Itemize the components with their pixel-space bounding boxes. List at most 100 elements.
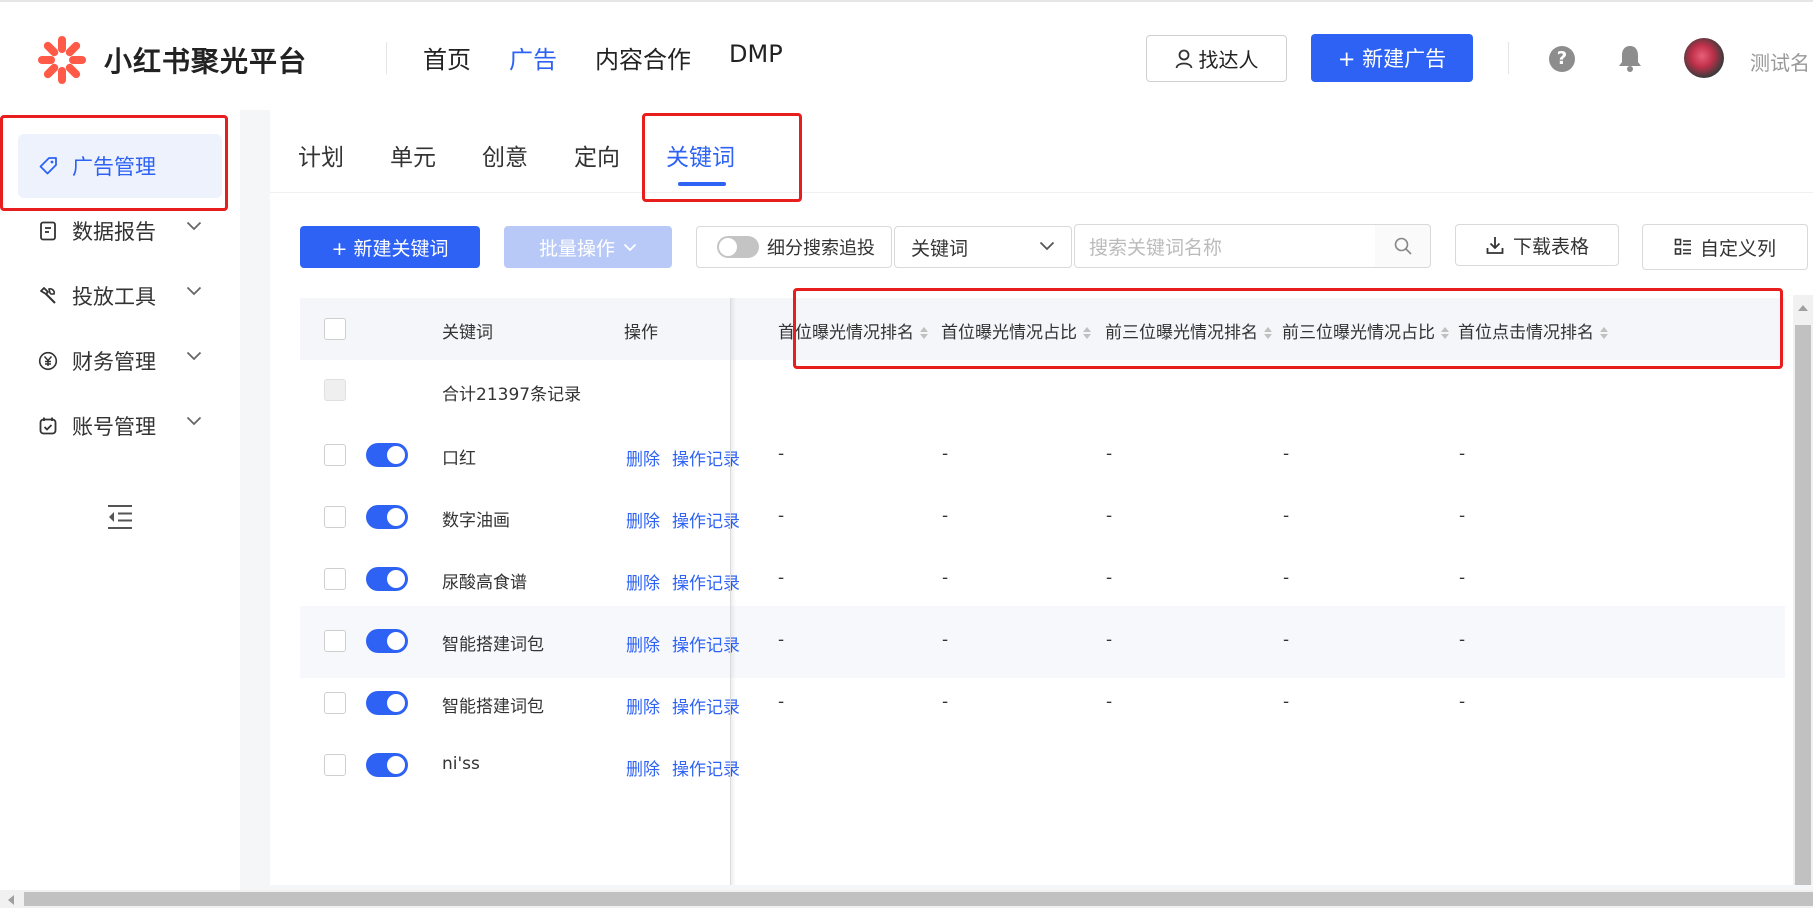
brand-logo[interactable]: 小红书聚光平台 <box>36 34 307 86</box>
content-card: 计划 单元 创意 定向 关键词 + 新建关键词 批量操作 细分搜索追投 关键词 … <box>270 110 1813 885</box>
top-header: 小红书聚光平台 首页 广告 内容合作 DMP 找达人 + 新建广告 ? 测试名 <box>0 0 1813 110</box>
tab-plan[interactable]: 计划 <box>298 138 344 172</box>
nav-ads[interactable]: 广告 <box>509 40 557 75</box>
search-track-toggle[interactable]: 细分搜索追投 <box>696 226 892 268</box>
keyword-cell: 智能搭建词包 <box>442 697 544 717</box>
scroll-left-arrow-icon[interactable] <box>8 895 14 905</box>
row-checkbox[interactable] <box>324 506 346 528</box>
column-header-top3-exposure-ratio[interactable]: 前三位曝光情况占比 <box>1282 318 1450 343</box>
tab-creative[interactable]: 创意 <box>482 138 528 172</box>
sidebar-item-data-report[interactable]: 数据报告 <box>18 199 222 263</box>
row-enable-switch[interactable] <box>366 629 408 653</box>
table-row[interactable]: ni'ss 删除 操作记录 <box>300 730 1785 802</box>
row-checkbox[interactable] <box>324 630 346 652</box>
sidebar-item-label: 数据报告 <box>72 220 156 244</box>
sidebar-item-account[interactable]: 账号管理 <box>18 394 222 458</box>
collapse-sidebar-icon[interactable] <box>106 504 134 530</box>
batch-operation-button[interactable]: 批量操作 <box>504 226 672 268</box>
username[interactable]: 测试名 <box>1750 47 1810 76</box>
batch-operation-label: 批量操作 <box>538 237 615 260</box>
row-enable-switch[interactable] <box>366 443 408 467</box>
header-divider <box>386 42 387 74</box>
scroll-up-arrow-icon[interactable] <box>1798 305 1808 311</box>
search-button[interactable] <box>1375 224 1431 268</box>
vertical-scrollbar[interactable] <box>1793 295 1813 885</box>
metric-cell: - <box>1459 444 1466 464</box>
row-checkbox[interactable] <box>324 444 346 466</box>
sidebar-item-finance[interactable]: 财务管理 <box>18 329 222 393</box>
new-keyword-button[interactable]: + 新建关键词 <box>300 226 480 268</box>
sidebar-item-delivery-tools[interactable]: 投放工具 <box>18 264 222 328</box>
delete-link[interactable]: 删除 <box>626 631 660 656</box>
search-track-label: 细分搜索追投 <box>767 238 875 259</box>
row-enable-switch[interactable] <box>366 567 408 591</box>
sidebar-item-ad-management[interactable]: 广告管理 <box>18 134 222 198</box>
search-field-select[interactable]: 关键词 <box>894 226 1072 268</box>
metric-cell: - <box>778 630 785 650</box>
download-table-button[interactable]: 下载表格 <box>1455 224 1619 266</box>
tab-unit[interactable]: 单元 <box>390 138 436 172</box>
metric-cell: - <box>1459 692 1466 712</box>
metric-cell: - <box>1283 568 1290 588</box>
bell-icon[interactable] <box>1617 44 1643 72</box>
horizontal-scrollbar[interactable] <box>0 890 1813 908</box>
metric-cell: - <box>778 506 785 526</box>
chevron-down-icon <box>1039 241 1055 251</box>
keyword-cell: 智能搭建词包 <box>442 635 544 655</box>
row-enable-switch[interactable] <box>366 753 408 777</box>
help-icon[interactable]: ? <box>1549 46 1575 72</box>
metric-cell: - <box>1283 692 1290 712</box>
download-icon <box>1486 237 1504 254</box>
nav-home[interactable]: 首页 <box>423 40 471 75</box>
avatar[interactable] <box>1684 38 1724 78</box>
delete-link[interactable]: 删除 <box>626 693 660 718</box>
row-checkbox[interactable] <box>324 568 346 590</box>
delete-link[interactable]: 删除 <box>626 755 660 780</box>
row-checkbox[interactable] <box>324 754 346 776</box>
column-header-top3-exposure-rank[interactable]: 前三位曝光情况排名 <box>1105 318 1273 343</box>
select-all-checkbox[interactable] <box>324 318 346 340</box>
metric-cell: - <box>1283 506 1290 526</box>
sort-icon[interactable] <box>1599 325 1609 341</box>
nav-content-cooperation[interactable]: 内容合作 <box>595 40 691 75</box>
metric-cell: - <box>1106 568 1113 588</box>
delete-link[interactable]: 删除 <box>626 569 660 594</box>
download-table-label: 下载表格 <box>1512 235 1589 258</box>
sort-icon[interactable] <box>1082 325 1092 341</box>
custom-columns-button[interactable]: 自定义列 <box>1642 224 1808 270</box>
keyword-search-input[interactable]: 搜索关键词名称 <box>1074 224 1376 268</box>
nav-dmp[interactable]: DMP <box>729 40 783 75</box>
vertical-scrollbar-thumb[interactable] <box>1795 325 1811 885</box>
column-header-first-exposure-rank[interactable]: 首位曝光情况排名 <box>778 318 929 343</box>
table-header: 关键词 操作 首位曝光情况排名 首位曝光情况占比 前三位曝光情况排名 前三位曝光… <box>300 298 1785 360</box>
new-ad-button[interactable]: + 新建广告 <box>1311 34 1473 82</box>
tab-keywords[interactable]: 关键词 <box>666 138 735 186</box>
row-enable-switch[interactable] <box>366 691 408 715</box>
keyword-table: 关键词 操作 首位曝光情况排名 首位曝光情况占比 前三位曝光情况排名 前三位曝光… <box>300 298 1813 885</box>
sidebar-item-label: 账号管理 <box>72 415 156 439</box>
metric-cell: - <box>942 444 949 464</box>
toggle-switch[interactable] <box>717 236 759 258</box>
column-header-first-exposure-ratio[interactable]: 首位曝光情况占比 <box>941 318 1092 343</box>
sort-icon[interactable] <box>1263 325 1273 341</box>
find-influencer-label: 找达人 <box>1198 48 1259 72</box>
horizontal-scrollbar-thumb[interactable] <box>24 892 1813 906</box>
delete-link[interactable]: 删除 <box>626 507 660 532</box>
tab-bar: 计划 单元 创意 定向 关键词 <box>298 138 781 186</box>
sort-icon[interactable] <box>1440 325 1450 341</box>
row-checkbox[interactable] <box>324 692 346 714</box>
row-enable-switch[interactable] <box>366 505 408 529</box>
tab-targeting[interactable]: 定向 <box>574 138 620 172</box>
metric-cell: - <box>1283 444 1290 464</box>
delete-link[interactable]: 删除 <box>626 445 660 470</box>
column-header-first-click-rank[interactable]: 首位点击情况排名 <box>1458 318 1609 343</box>
metric-cell: - <box>1459 568 1466 588</box>
user-icon <box>1175 49 1192 68</box>
find-influencer-button[interactable]: 找达人 <box>1146 35 1287 82</box>
sort-icon[interactable] <box>919 325 929 341</box>
metric-cell: - <box>1459 506 1466 526</box>
metric-cell: - <box>942 692 949 712</box>
column-header-operation: 操作 <box>624 323 658 343</box>
metric-cell: - <box>1106 692 1113 712</box>
account-icon <box>38 416 58 436</box>
